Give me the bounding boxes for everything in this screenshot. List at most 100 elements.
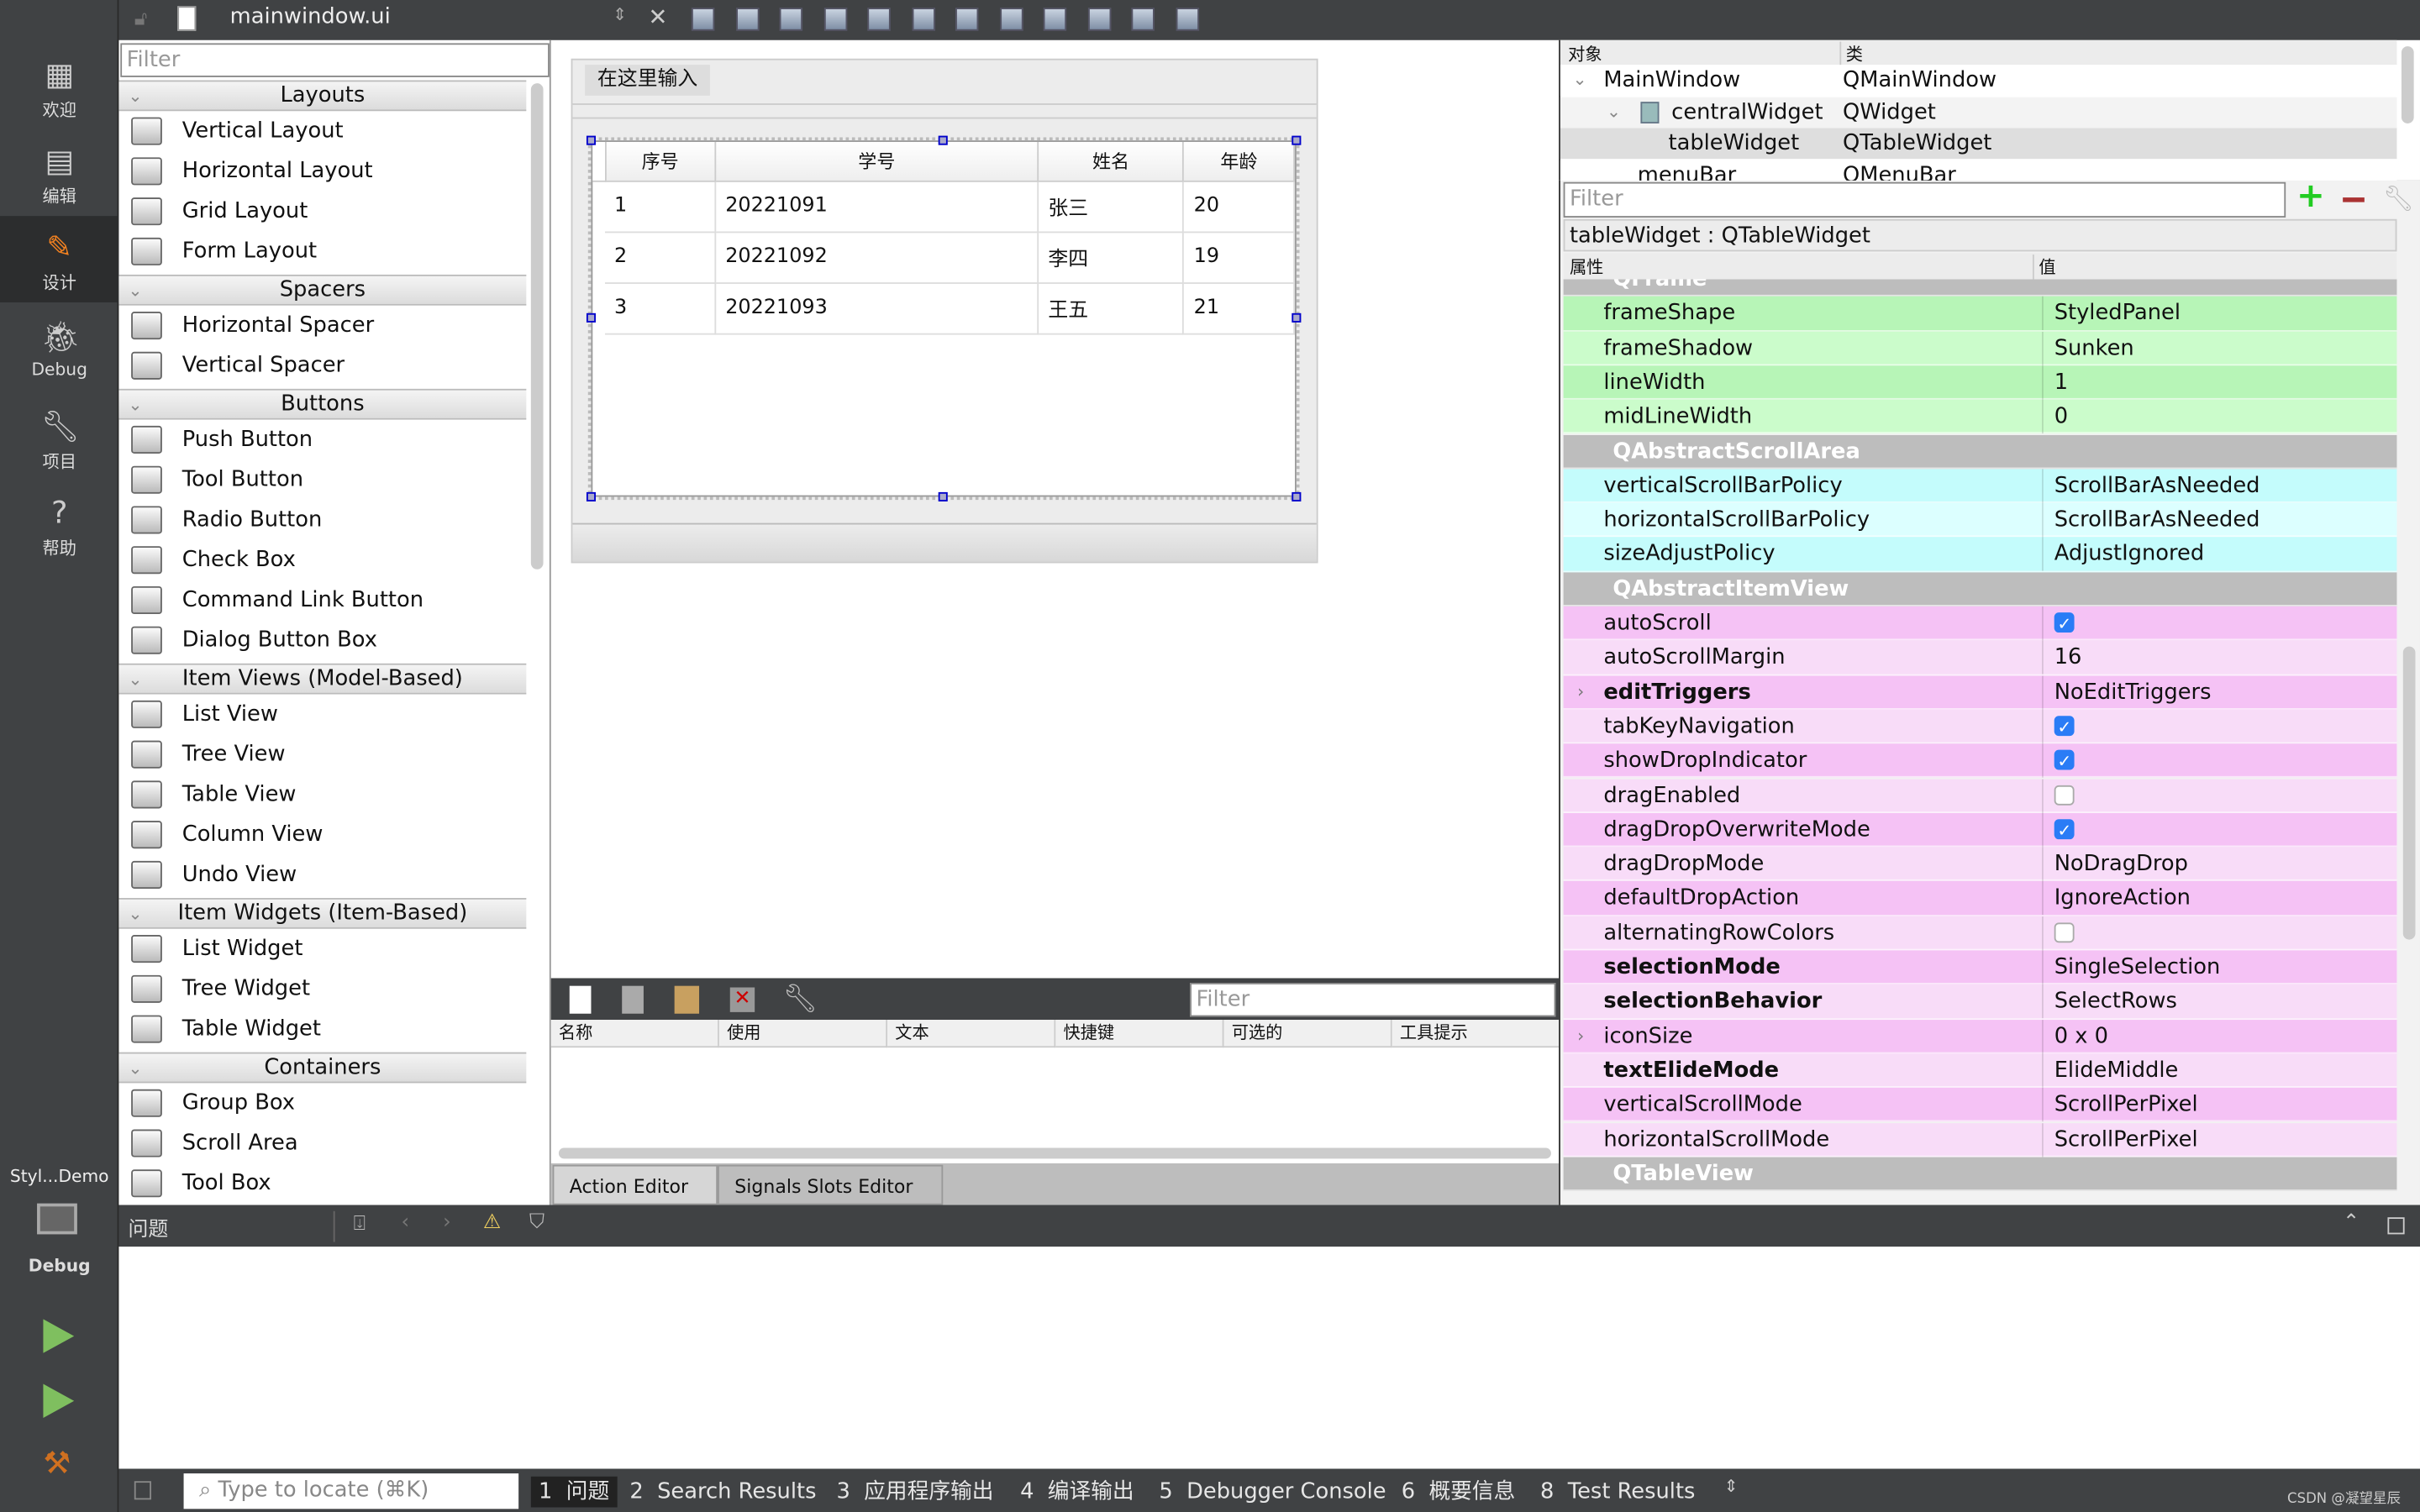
property-row-dragDropMode[interactable]: dragDropMode NoDragDrop	[1563, 847, 2397, 882]
category-buttons[interactable]: ⌄ Buttons	[118, 388, 527, 420]
project-label[interactable]: Styl...Demo	[0, 1167, 118, 1187]
column-header[interactable]: 序号	[604, 141, 717, 181]
object-inspector-scrollbar[interactable]	[2401, 46, 2414, 123]
property-value[interactable]: 0	[2041, 400, 2396, 434]
layout-grid-icon[interactable]	[1086, 8, 1111, 31]
output-tab-3[interactable]: 3 应用程序输出	[837, 1477, 994, 1508]
property-value[interactable]: NoDragDrop	[2041, 847, 2396, 881]
edit-buddies-icon[interactable]	[779, 8, 803, 31]
property-value[interactable]	[2041, 778, 2396, 813]
action-editor-scrollbar[interactable]	[558, 1147, 1551, 1159]
property-value[interactable]: ScrollBarAsNeeded	[2041, 468, 2396, 503]
widget-item-vertical-layout[interactable]: Vertical Layout	[118, 111, 526, 151]
table-cell[interactable]: 2	[604, 231, 717, 284]
column-header[interactable]: 年龄	[1183, 141, 1296, 181]
property-value[interactable]	[2041, 606, 2396, 642]
widget-item-list-view[interactable]: List View	[118, 695, 526, 735]
checkbox[interactable]	[2054, 745, 2075, 780]
property-row-midLineWidth[interactable]: midLineWidth 0	[1563, 400, 2397, 435]
mode-debug[interactable]: 🐞︎ Debug	[0, 306, 118, 392]
property-value[interactable]: ScrollBarAsNeeded	[2041, 502, 2396, 538]
property-value[interactable]: SelectRows	[2041, 984, 2396, 1019]
property-row-dragDropOverwriteMode[interactable]: dragDropOverwriteMode	[1563, 812, 2397, 848]
layout-vertical-splitter-icon[interactable]	[999, 8, 1023, 31]
widget-item-table-view[interactable]: Table View	[118, 774, 526, 815]
property-value[interactable]: ScrollPerPixel	[2041, 1122, 2396, 1157]
property-group-QAbstractScrollArea[interactable]: QAbstractScrollArea	[1563, 434, 2397, 469]
column-header[interactable]: 姓名	[1038, 141, 1185, 181]
property-group-QTableView[interactable]: QTableView	[1563, 1157, 2397, 1192]
action-filter-input[interactable]: Filter	[1190, 982, 1556, 1017]
widget-item-column-view[interactable]: Column View	[118, 815, 526, 855]
property-row-lineWidth[interactable]: lineWidth 1	[1563, 365, 2397, 401]
mode-帮助[interactable]: ? 帮助	[0, 481, 118, 568]
expand-arrow-icon[interactable]: ›	[1577, 675, 1584, 709]
table-row[interactable]: 3 20221093 王五 21	[592, 282, 1296, 334]
toggle-sidebar-icon[interactable]	[134, 1481, 151, 1500]
widget-item-horizontal-spacer[interactable]: Horizontal Spacer	[118, 306, 526, 346]
table-cell[interactable]: 王五	[1038, 282, 1185, 334]
property-row-frameShape[interactable]: frameShape StyledPanel	[1563, 297, 2397, 332]
property-value[interactable]: IgnoreAction	[2041, 881, 2396, 916]
widget-filter-input[interactable]: Filter	[120, 43, 550, 77]
property-value[interactable]: ScrollPerPixel	[2041, 1088, 2396, 1122]
property-group-QFrame[interactable]: QFrame	[1563, 279, 2397, 297]
output-tab-6[interactable]: 6 概要信息	[1402, 1477, 1516, 1508]
output-tab-1[interactable]: 1 问题	[530, 1476, 618, 1508]
widget-item-grid-layout[interactable]: Grid Layout	[118, 192, 526, 232]
property-row-selectionMode[interactable]: selectionMode SingleSelection	[1563, 950, 2397, 985]
selection-handle[interactable]	[1292, 135, 1302, 145]
property-row-autoScrollMargin[interactable]: autoScrollMargin 16	[1563, 640, 2397, 675]
selection-handle[interactable]	[938, 491, 948, 501]
debug-run-icon[interactable]	[43, 1383, 75, 1418]
mode-项目[interactable]: 🔧︎ 项目	[0, 395, 118, 481]
selection-handle[interactable]	[586, 312, 596, 323]
monitor-icon[interactable]	[37, 1203, 77, 1235]
next-icon[interactable]: ›	[443, 1211, 451, 1235]
property-scrollbar[interactable]	[2402, 646, 2416, 940]
property-value[interactable]: 16	[2041, 640, 2396, 675]
selection-handle[interactable]	[938, 135, 948, 145]
mode-编辑[interactable]: ▤ 编辑	[0, 129, 118, 216]
filter-icon[interactable]: ⛉	[529, 1211, 544, 1235]
table-row[interactable]: 2 20221092 李四 19	[592, 231, 1296, 284]
table-cell[interactable]: 3	[604, 282, 717, 334]
adjust-size-icon[interactable]	[1175, 8, 1199, 31]
output-tab-4[interactable]: 4 编译输出	[1020, 1477, 1134, 1508]
table-cell[interactable]: 张三	[1038, 180, 1185, 233]
widget-item-tool-button[interactable]: Tool Button	[118, 459, 526, 500]
table-cell[interactable]: 20	[1183, 180, 1296, 233]
property-row-showDropIndicator[interactable]: showDropIndicator	[1563, 743, 2397, 780]
table-cell[interactable]: 20221091	[715, 180, 1039, 233]
maximize-pane-icon[interactable]: ⌃	[2343, 1211, 2360, 1235]
table-row[interactable]: 1 20221091 张三 20	[592, 180, 1296, 233]
action-column-header[interactable]: 快捷键	[1055, 1020, 1224, 1048]
property-value[interactable]	[2041, 812, 2396, 848]
property-value[interactable]: SingleSelection	[2041, 950, 2396, 984]
edit-tab-order-icon[interactable]	[823, 8, 847, 31]
delete-action-icon[interactable]: ✕	[729, 987, 755, 1012]
mode-设计[interactable]: ✎ 设计	[0, 216, 119, 302]
configure-property-icon[interactable]: 🔧︎	[2383, 184, 2414, 213]
action-column-header[interactable]: 使用	[718, 1020, 888, 1048]
menu-placeholder[interactable]: 在这里输入	[585, 65, 710, 96]
hammer-icon[interactable]: ⚒	[43, 1444, 71, 1481]
action-column-header[interactable]: 工具提示	[1392, 1020, 1560, 1048]
property-value[interactable]: AdjustIgnored	[2041, 537, 2396, 572]
more-tabs-icon[interactable]: ⇕	[1724, 1477, 1739, 1497]
property-row-frameShadow[interactable]: frameShadow Sunken	[1563, 331, 2397, 366]
property-row-alternatingRowColors[interactable]: alternatingRowColors	[1563, 916, 2397, 951]
configure-icon[interactable]: 🔧︎	[782, 983, 818, 1016]
checkbox[interactable]	[2054, 921, 2075, 942]
expand-arrow-icon[interactable]: ›	[1577, 1019, 1584, 1053]
widget-item-push-button[interactable]: Push Button	[118, 420, 526, 460]
checkbox[interactable]	[2054, 784, 2075, 805]
table-cell[interactable]: 20221093	[715, 282, 1039, 334]
file-name[interactable]: mainwindow.ui	[230, 5, 391, 29]
copy-action-icon[interactable]	[622, 985, 644, 1014]
widget-item-table-widget[interactable]: Table Widget	[118, 1009, 526, 1049]
output-tab-5[interactable]: 5 Debugger Console	[1159, 1477, 1386, 1508]
property-row-horizontalScrollMode[interactable]: horizontalScrollMode ScrollPerPixel	[1563, 1122, 2397, 1158]
object-row-MainWindow[interactable]: ⌄ MainWindow QMainWindow	[1560, 65, 2397, 96]
property-row-verticalScrollBarPolicy[interactable]: verticalScrollBarPolicy ScrollBarAsNeeded	[1563, 468, 2397, 503]
